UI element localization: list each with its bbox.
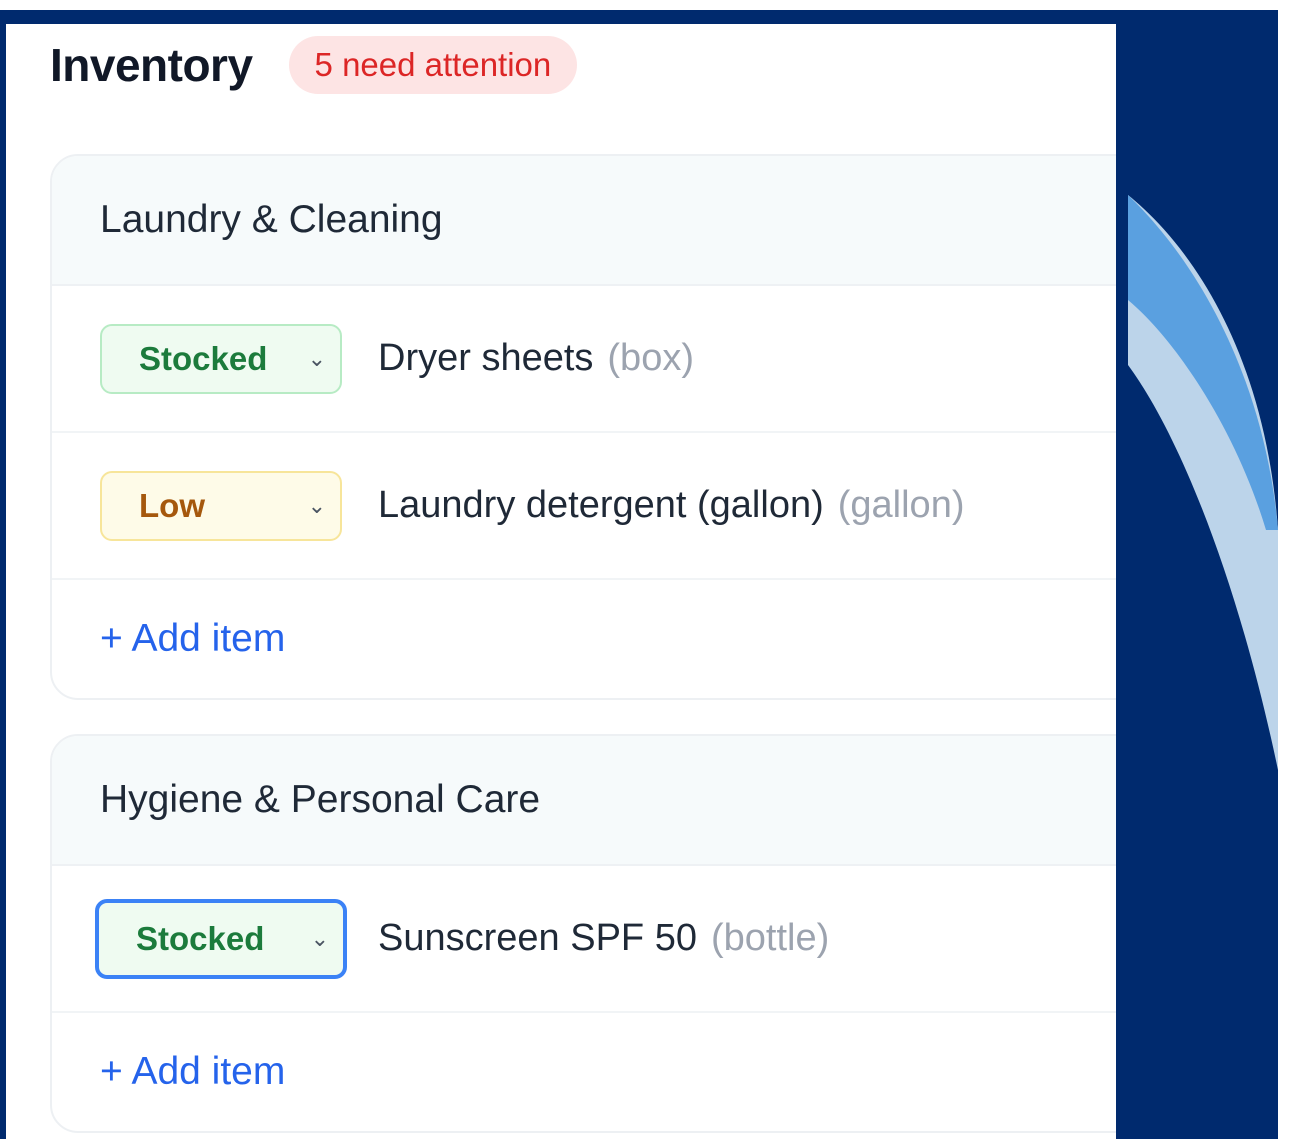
page-title: Inventory xyxy=(50,39,253,91)
inventory-row: Stocked ⌄ Sunscreen SPF 50 (bottle) xyxy=(52,866,1116,1013)
chevron-down-icon: ⌄ xyxy=(307,492,326,518)
chevron-down-icon: ⌄ xyxy=(307,345,326,371)
item-unit: (bottle) xyxy=(710,917,830,959)
status-value: Stocked xyxy=(139,339,268,377)
item-unit: (gallon) xyxy=(837,484,965,526)
inventory-row: Stocked ⌄ Dryer sheets (box) xyxy=(52,286,1116,433)
chevron-down-icon: ⌄ xyxy=(310,925,329,951)
category-title: Laundry & Cleaning xyxy=(52,156,1116,286)
category-title: Hygiene & Personal Care xyxy=(52,736,1116,866)
item-name: Dryer sheets xyxy=(378,337,594,379)
status-select[interactable]: Stocked ⌄ xyxy=(95,898,347,979)
decorative-swoosh xyxy=(1128,195,1278,770)
category-card-hygiene: Hygiene & Personal Care Stocked ⌄ Sunscr… xyxy=(50,734,1116,1133)
inventory-row: Low ⌄ Laundry detergent (gallon) (gallon… xyxy=(52,433,1116,580)
status-value: Stocked xyxy=(136,919,265,957)
add-item-button[interactable]: + Add item xyxy=(52,1013,1116,1131)
category-card-laundry: Laundry & Cleaning Stocked ⌄ Dryer sheet… xyxy=(50,154,1116,700)
add-item-button[interactable]: + Add item xyxy=(52,580,1116,698)
page-header: Inventory 5 need attention xyxy=(50,36,578,94)
status-select[interactable]: Low ⌄ xyxy=(100,470,342,541)
item-name: Sunscreen SPF 50 xyxy=(378,917,697,959)
status-select[interactable]: Stocked ⌄ xyxy=(100,323,342,394)
inventory-panel: Inventory 5 need attention Laundry & Cle… xyxy=(6,24,1116,1139)
status-value: Low xyxy=(139,486,205,524)
item-name: Laundry detergent (gallon) xyxy=(378,484,824,526)
item-unit: (box) xyxy=(607,337,694,379)
attention-badge: 5 need attention xyxy=(288,36,578,94)
